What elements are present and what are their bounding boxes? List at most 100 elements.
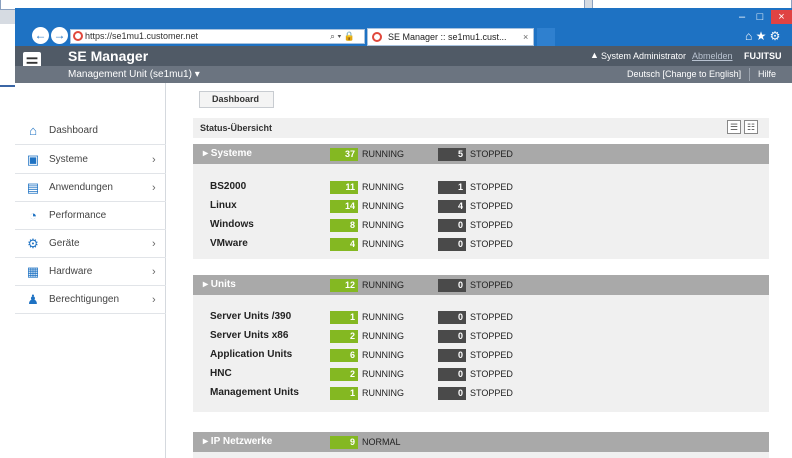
site-icon bbox=[73, 31, 83, 41]
status-title: Status-Übersicht bbox=[200, 123, 273, 133]
status-row-label[interactable]: Server Units /390 bbox=[210, 310, 340, 324]
running-label: RUNNING bbox=[362, 388, 404, 398]
minimize-button[interactable]: – bbox=[733, 10, 751, 24]
running-count: 11 bbox=[330, 181, 358, 194]
chevron-right-icon: › bbox=[152, 238, 156, 250]
chevron-right-icon: › bbox=[152, 294, 156, 306]
sidebar-item-label: Performance bbox=[49, 210, 107, 221]
home-icon: ⌂ bbox=[29, 123, 37, 138]
stopped-label: STOPPED bbox=[470, 201, 513, 211]
browser-toolbar-icons[interactable]: ⌂ ★ ⚙ bbox=[745, 28, 790, 44]
stopped-count: 0 bbox=[438, 330, 466, 343]
user-icon: ▲ bbox=[590, 50, 599, 60]
chevron-right-icon: › bbox=[152, 266, 156, 278]
stopped-count: 0 bbox=[438, 311, 466, 324]
status-row-label[interactable]: VMware bbox=[210, 237, 340, 251]
applications-icon: ▤ bbox=[26, 180, 40, 195]
browser-tab[interactable]: SE Manager :: se1mu1.cust... bbox=[367, 28, 534, 46]
divider bbox=[749, 68, 750, 81]
stopped-count: 0 bbox=[438, 349, 466, 362]
running-label: RUNNING bbox=[362, 369, 404, 379]
running-count: 14 bbox=[330, 200, 358, 213]
stopped-label: STOPPED bbox=[470, 220, 513, 230]
stopped-label: STOPPED bbox=[470, 369, 513, 379]
running-label: RUNNING bbox=[362, 201, 404, 211]
running-label: RUNNING bbox=[362, 312, 404, 322]
running-label: RUNNING bbox=[362, 220, 404, 230]
running-label: RUNNING bbox=[362, 239, 404, 249]
list-view-icon[interactable]: ☰ bbox=[727, 120, 741, 134]
stopped-count: 0 bbox=[438, 238, 466, 251]
back-button[interactable]: ← bbox=[32, 27, 49, 44]
status-row-label[interactable]: Management Units bbox=[210, 386, 340, 400]
stopped-count: 1 bbox=[438, 181, 466, 194]
sidebar-item-label: Hardware bbox=[49, 266, 93, 277]
running-count: 8 bbox=[330, 219, 358, 232]
stopped-label: STOPPED bbox=[470, 388, 513, 398]
app-title: SE Manager bbox=[68, 48, 149, 64]
gauge-icon: ◔ bbox=[29, 208, 37, 223]
stopped-count: 5 bbox=[438, 148, 466, 161]
brand-logo: FUJITSU bbox=[744, 51, 782, 61]
group-title[interactable]: ▸ Units bbox=[203, 275, 323, 295]
running-count: 1 bbox=[330, 311, 358, 324]
browser-titlebar bbox=[15, 8, 792, 26]
close-window-button[interactable]: × bbox=[771, 10, 792, 24]
tab-site-icon bbox=[372, 32, 382, 42]
sidebar-item-label: Dashboard bbox=[49, 125, 98, 136]
running-count: 9 bbox=[330, 436, 358, 449]
sidebar-item-label: Systeme bbox=[49, 154, 88, 165]
running-label: RUNNING bbox=[362, 280, 404, 290]
running-count: 1 bbox=[330, 387, 358, 400]
breadcrumb[interactable]: Dashboard bbox=[199, 91, 274, 108]
status-row-label[interactable]: HNC bbox=[210, 367, 340, 381]
new-tab-button[interactable] bbox=[537, 28, 555, 46]
language-switch[interactable]: Deutsch [Change to English] bbox=[627, 67, 747, 82]
status-row-label[interactable]: Windows bbox=[210, 218, 340, 232]
grid-view-icon[interactable]: ☷ bbox=[744, 120, 758, 134]
user-name: System Administrator bbox=[601, 51, 687, 61]
running-count: 2 bbox=[330, 368, 358, 381]
forward-button[interactable]: → bbox=[51, 27, 68, 44]
stopped-label: STOPPED bbox=[470, 182, 513, 192]
stopped-label: STOPPED bbox=[470, 280, 513, 290]
management-unit-selector[interactable]: Management Unit (se1mu1) ▾ bbox=[68, 67, 268, 82]
sidebar-item-label: Anwendungen bbox=[49, 182, 113, 193]
address-bar[interactable]: https://se1mu1.customer.net bbox=[70, 29, 365, 44]
maximize-button[interactable]: □ bbox=[751, 10, 769, 24]
status-row-label[interactable]: Linux bbox=[210, 199, 340, 213]
running-label: RUNNING bbox=[362, 350, 404, 360]
status-row-label[interactable]: BS2000 bbox=[210, 180, 340, 194]
stopped-count: 0 bbox=[438, 387, 466, 400]
sidebar-item-label: Berechtigungen bbox=[49, 294, 120, 305]
systems-icon: ▣ bbox=[26, 152, 40, 167]
running-label: RUNNING bbox=[362, 182, 404, 192]
stopped-label: STOPPED bbox=[470, 239, 513, 249]
tab-close-icon[interactable]: × bbox=[523, 28, 533, 46]
chevron-right-icon: › bbox=[152, 182, 156, 194]
address-tools-icon[interactable]: ⌕ ▾ 🔒 ↻ bbox=[330, 29, 364, 56]
stopped-label: STOPPED bbox=[470, 331, 513, 341]
stopped-label: STOPPED bbox=[470, 312, 513, 322]
chevron-right-icon: › bbox=[152, 154, 156, 166]
logout-link[interactable]: Abmelden bbox=[692, 49, 733, 63]
running-count: 4 bbox=[330, 238, 358, 251]
running-label: NORMAL bbox=[362, 437, 401, 447]
running-count: 6 bbox=[330, 349, 358, 362]
help-link[interactable]: Hilfe bbox=[758, 67, 788, 82]
stopped-count: 0 bbox=[438, 279, 466, 292]
stopped-count: 0 bbox=[438, 368, 466, 381]
sidebar-item-label: Geräte bbox=[49, 238, 80, 249]
stopped-label: STOPPED bbox=[470, 149, 513, 159]
status-row-label[interactable]: Application Units bbox=[210, 348, 340, 362]
status-row-label[interactable]: Server Units x86 bbox=[210, 329, 340, 343]
stopped-label: STOPPED bbox=[470, 350, 513, 360]
group-title[interactable]: ▸ IP Netzwerke bbox=[203, 432, 323, 452]
running-count: 12 bbox=[330, 279, 358, 292]
running-label: RUNNING bbox=[362, 331, 404, 341]
chip-icon: ▦ bbox=[26, 264, 40, 279]
desktop-left-edge bbox=[0, 82, 15, 458]
running-count: 2 bbox=[330, 330, 358, 343]
users-icon: ♟ bbox=[27, 292, 39, 307]
group-title[interactable]: ▸ Systeme bbox=[203, 144, 323, 164]
